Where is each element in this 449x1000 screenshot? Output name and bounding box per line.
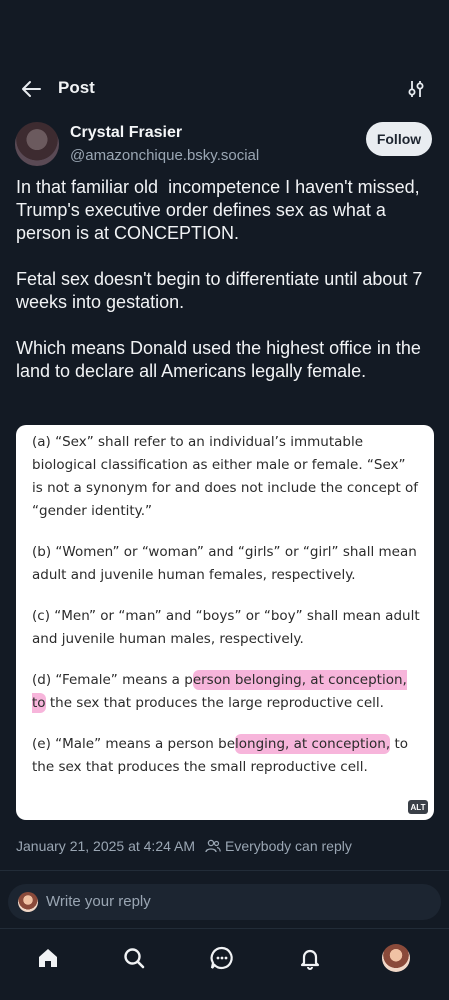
bell-icon[interactable]	[296, 944, 324, 972]
follow-button[interactable]: Follow	[366, 122, 432, 156]
reply-placeholder[interactable]: Write your reply	[46, 893, 151, 910]
post-timestamp: January 21, 2025 at 4:24 AM	[16, 838, 196, 854]
bottom-tab-bar	[0, 938, 449, 978]
author-name[interactable]: Crystal Frasier	[70, 124, 182, 142]
clause-e: (e) “Male” means a person belonging, at …	[32, 733, 420, 779]
divider	[0, 928, 449, 929]
thread-options-icon[interactable]	[405, 78, 427, 100]
alt-text-badge[interactable]: ALT	[408, 800, 428, 814]
clause-b: (b) “Women” or “woman” and “girls” or “g…	[32, 544, 417, 583]
clause-d-text: the sex that produces the large reproduc…	[45, 695, 384, 711]
back-arrow-icon[interactable]	[20, 79, 42, 99]
clause-e-text: (e) “Male” means a person be	[32, 736, 236, 752]
post-paragraph: Which means Donald used the highest offi…	[16, 338, 426, 381]
author-avatar[interactable]	[15, 122, 59, 166]
user-avatar	[18, 892, 38, 912]
post-body: In that familiar old incompetence I have…	[16, 176, 436, 406]
clause-c: (c) “Men” or “man” and “boys” or “boy” s…	[32, 608, 420, 647]
search-icon[interactable]	[120, 944, 148, 972]
reply-setting[interactable]: Everybody can reply	[225, 838, 352, 854]
divider	[0, 870, 449, 871]
post-paragraph: In that familiar old incompetence I have…	[16, 177, 425, 243]
highlighted-text: longing, at conception,	[235, 734, 391, 754]
profile-avatar-icon[interactable]	[382, 944, 410, 972]
home-icon[interactable]	[34, 944, 62, 972]
clause-d-text: (d) “Female” means a p	[32, 672, 193, 688]
post-meta: January 21, 2025 at 4:24 AM Everybody ca…	[16, 838, 436, 854]
clause-a: (a) “Sex” shall refer to an individual’s…	[32, 434, 419, 519]
post-image[interactable]: (a) “Sex” shall refer to an individual’s…	[16, 425, 434, 820]
reply-composer[interactable]: Write your reply	[8, 884, 441, 920]
page-title: Post	[58, 78, 95, 97]
author-handle[interactable]: @amazonchique.bsky.social	[70, 147, 259, 164]
post-paragraph: Fetal sex doesn't begin to differentiate…	[16, 269, 428, 312]
post-header: Post	[0, 70, 449, 110]
chat-icon[interactable]	[208, 944, 236, 972]
people-icon	[205, 839, 221, 853]
author-row: Crystal Frasier @amazonchique.bsky.socia…	[0, 118, 449, 170]
clause-d: (d) “Female” means a person belonging, a…	[32, 669, 420, 715]
